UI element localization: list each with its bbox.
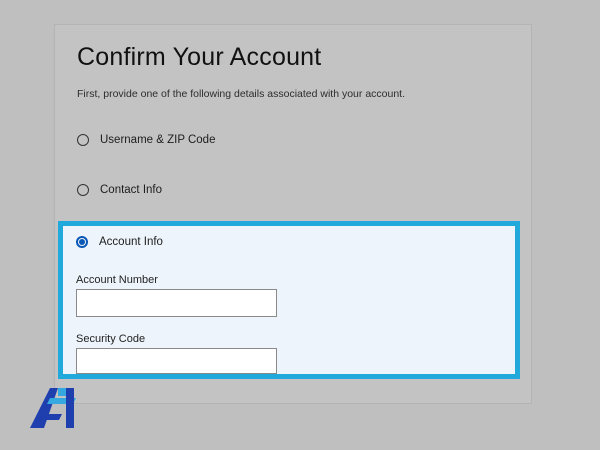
fa-monogram-logo-icon: [30, 388, 76, 428]
option-label: Contact Info: [100, 184, 163, 196]
radio-selected-icon[interactable]: [76, 236, 88, 248]
option-username-zip[interactable]: Username & ZIP Code: [77, 134, 215, 146]
option-contact-info[interactable]: Contact Info: [77, 184, 162, 196]
security-code-input[interactable]: [76, 348, 277, 374]
page-subtitle: First, provide one of the following deta…: [77, 88, 406, 100]
radio-unselected-icon[interactable]: [77, 184, 89, 196]
option-account-info[interactable]: Account Info: [76, 236, 163, 248]
security-code-label: Security Code: [76, 333, 146, 345]
account-number-input[interactable]: [76, 289, 277, 317]
option-label: Account Info: [99, 236, 163, 248]
account-info-panel: Account Info Account Number Security Cod…: [58, 221, 520, 379]
page-title: Confirm Your Account: [77, 43, 322, 71]
radio-unselected-icon[interactable]: [77, 134, 89, 146]
account-number-label: Account Number: [76, 274, 158, 286]
option-label: Username & ZIP Code: [100, 134, 216, 146]
